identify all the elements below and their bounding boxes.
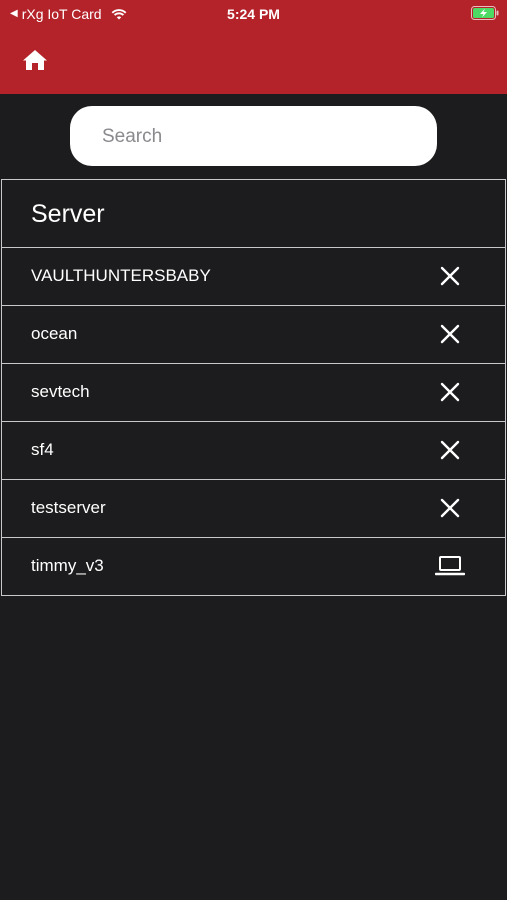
server-row[interactable]: ocean <box>1 305 506 364</box>
server-row[interactable]: sevtech <box>1 363 506 422</box>
home-button[interactable] <box>20 46 50 74</box>
close-icon <box>440 266 460 286</box>
close-icon <box>440 498 460 518</box>
status-time: 5:24 PM <box>227 6 280 22</box>
server-list-title: Server <box>31 200 105 228</box>
server-row[interactable]: timmy_v3 <box>1 537 506 596</box>
remove-server-button[interactable] <box>435 435 465 465</box>
server-name: sf4 <box>31 440 54 459</box>
server-row[interactable]: testserver <box>1 479 506 538</box>
server-name: testserver <box>31 498 106 517</box>
remove-server-button[interactable] <box>435 319 465 349</box>
remove-server-button[interactable] <box>435 261 465 291</box>
battery-charging-icon <box>471 6 499 20</box>
server-name: timmy_v3 <box>31 556 104 575</box>
close-icon <box>440 382 460 402</box>
laptop-icon <box>435 556 465 576</box>
search-input[interactable] <box>100 106 424 168</box>
remove-server-button[interactable] <box>435 493 465 523</box>
server-row[interactable]: sf4 <box>1 421 506 480</box>
server-row[interactable]: VAULTHUNTERSBABY <box>1 247 506 306</box>
home-icon <box>23 50 47 70</box>
server-name: sevtech <box>31 382 90 401</box>
server-list-header: Server <box>1 179 506 248</box>
search-bar[interactable] <box>70 106 437 168</box>
connected-device-button[interactable] <box>435 551 465 581</box>
server-name: VAULTHUNTERSBABY <box>31 266 211 285</box>
close-icon <box>440 440 460 460</box>
status-bar: ◀ rXg IoT Card 5:24 PM <box>0 0 507 28</box>
app-header: ◀ rXg IoT Card 5:24 PM <box>0 0 507 94</box>
server-name: ocean <box>31 324 78 343</box>
server-list: Server VAULTHUNTERSBABY ocean sevtech sf… <box>1 179 506 596</box>
remove-server-button[interactable] <box>435 377 465 407</box>
close-icon <box>440 324 460 344</box>
